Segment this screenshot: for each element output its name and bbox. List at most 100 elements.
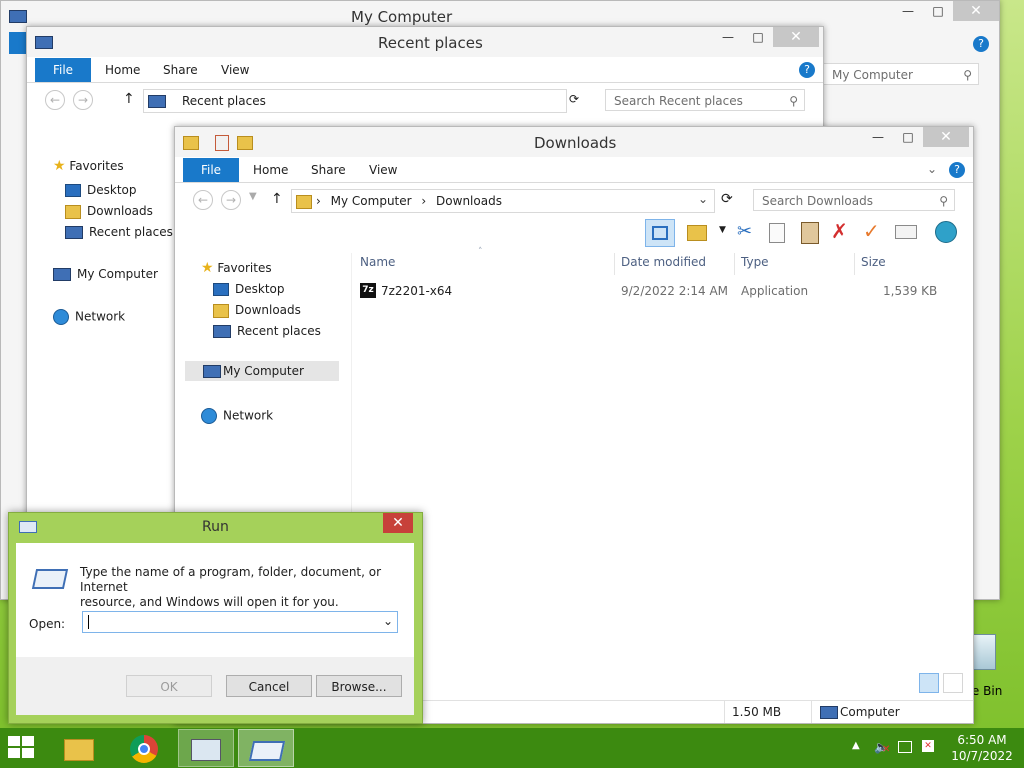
start-button[interactable]: [8, 736, 38, 760]
refresh-button[interactable]: ⟳: [569, 92, 579, 106]
maximize-button[interactable]: □: [893, 127, 923, 149]
nav-network[interactable]: Network: [201, 408, 273, 424]
column-type[interactable]: Type: [741, 255, 769, 269]
help-icon[interactable]: ?: [949, 162, 965, 178]
chrome-icon[interactable]: [116, 729, 172, 767]
nav-recent-places[interactable]: Recent places: [213, 324, 321, 338]
up-button[interactable]: ↑: [123, 91, 135, 107]
minimize-button[interactable]: —: [893, 1, 923, 23]
action-center-icon[interactable]: ✕: [922, 740, 934, 752]
properties-icon[interactable]: [895, 225, 917, 239]
recent-places-icon: [65, 226, 83, 239]
file-explorer-icon[interactable]: [50, 729, 106, 767]
downloads-search-input[interactable]: Search Downloads ⚲: [753, 189, 955, 211]
ribbon-expand-icon[interactable]: ⌄: [927, 162, 937, 176]
help-icon[interactable]: ?: [973, 36, 989, 52]
column-divider[interactable]: [614, 253, 615, 275]
file-list: Name ˄ Date modified Type Size 7z 7z2201…: [351, 247, 966, 693]
tab-file[interactable]: File: [183, 158, 239, 182]
help-icon[interactable]: ?: [799, 62, 815, 78]
cancel-button[interactable]: Cancel: [226, 675, 312, 697]
run-dialog[interactable]: Run ✕ Type the name of a program, folder…: [8, 512, 423, 724]
copy-icon[interactable]: [769, 223, 785, 243]
star-icon: ★: [201, 260, 214, 276]
nav-my-computer[interactable]: My Computer: [53, 267, 158, 281]
column-size[interactable]: Size: [861, 255, 886, 269]
chevron-down-icon[interactable]: ▼: [719, 225, 726, 235]
nav-downloads[interactable]: Downloads: [213, 303, 301, 318]
ok-button[interactable]: OK: [126, 675, 212, 697]
address-bar[interactable]: › My Computer › Downloads ⌄: [291, 189, 715, 213]
large-icons-view-button[interactable]: [943, 673, 963, 693]
chevron-down-icon[interactable]: ⌄: [383, 614, 393, 628]
open-combobox[interactable]: ⌄: [82, 611, 398, 633]
nav-favorites[interactable]: ★ Favorites: [201, 260, 272, 276]
nav-my-computer[interactable]: My Computer: [185, 361, 339, 381]
recent-search-input[interactable]: Search Recent places ⚲: [605, 89, 805, 111]
nav-favorites[interactable]: ★ Favorites: [53, 158, 124, 174]
address-dropdown-icon[interactable]: ⌄: [698, 192, 708, 206]
nav-network[interactable]: Network: [53, 309, 125, 325]
show-hidden-icons-icon[interactable]: ▲: [852, 740, 860, 751]
recent-locations-icon[interactable]: ▼: [249, 191, 257, 202]
address-folder-icon: [148, 95, 166, 108]
column-date-modified[interactable]: Date modified: [621, 255, 706, 269]
browse-button[interactable]: Browse...: [316, 675, 402, 697]
cut-icon[interactable]: ✂: [737, 221, 752, 242]
tab-share[interactable]: Share: [163, 63, 198, 77]
paste-icon[interactable]: [801, 222, 819, 244]
column-name[interactable]: Name: [360, 255, 395, 269]
tab-share[interactable]: Share: [311, 163, 346, 177]
close-button[interactable]: ✕: [953, 1, 999, 21]
tab-view[interactable]: View: [369, 163, 397, 177]
performance-monitor-icon[interactable]: [178, 729, 234, 767]
refresh-button[interactable]: ⟳: [721, 191, 733, 207]
delete-icon[interactable]: ✗: [831, 219, 848, 243]
close-button[interactable]: ✕: [923, 127, 969, 147]
table-row[interactable]: 7z 7z2201-x64 9/2/2022 2:14 AM Applicati…: [352, 281, 966, 301]
breadcrumb: › My Computer › Downloads: [316, 194, 502, 208]
minimize-button[interactable]: —: [713, 27, 743, 49]
nav-desktop[interactable]: Desktop: [65, 183, 137, 197]
run-icon[interactable]: [238, 729, 294, 767]
downloads-folder-icon: [213, 303, 229, 318]
text-cursor: [88, 615, 89, 629]
run-icon: [19, 521, 37, 533]
tab-file[interactable]: File: [35, 58, 91, 82]
nav-desktop[interactable]: Desktop: [213, 282, 285, 296]
computer-icon: [53, 268, 71, 281]
network-tray-icon[interactable]: [898, 741, 912, 753]
network-icon: [201, 408, 217, 424]
maximize-button[interactable]: □: [743, 27, 773, 49]
nav-downloads[interactable]: Downloads: [65, 204, 153, 219]
tab-view[interactable]: View: [221, 63, 249, 77]
nav-recent-places[interactable]: Recent places: [65, 225, 173, 239]
rename-icon[interactable]: ✓: [863, 219, 880, 243]
my-computer-search-input[interactable]: My Computer ⚲: [823, 63, 979, 85]
network-icon[interactable]: [935, 221, 957, 243]
clock-time: 6:50 AM: [957, 733, 1007, 747]
close-button[interactable]: ✕: [383, 513, 413, 533]
breadcrumb-downloads[interactable]: Downloads: [436, 194, 502, 208]
forward-button[interactable]: →: [73, 90, 93, 110]
volume-muted-icon[interactable]: 🔈 ✕: [874, 740, 890, 755]
back-button[interactable]: ←: [45, 90, 65, 110]
close-button[interactable]: ✕: [773, 27, 819, 47]
tab-home[interactable]: Home: [253, 163, 288, 177]
minimize-button[interactable]: —: [863, 127, 893, 149]
breadcrumb-my-computer[interactable]: My Computer: [331, 194, 412, 208]
details-view-button[interactable]: [919, 673, 939, 693]
tab-home[interactable]: Home: [105, 63, 140, 77]
column-divider[interactable]: [734, 253, 735, 275]
computer-icon: [203, 365, 221, 378]
forward-button[interactable]: →: [221, 190, 241, 210]
back-button[interactable]: ←: [193, 190, 213, 210]
windows-logo-icon: [8, 736, 38, 758]
column-divider[interactable]: [854, 253, 855, 275]
folder-options-icon[interactable]: [687, 225, 707, 241]
up-button[interactable]: ↑: [271, 191, 283, 207]
preview-pane-icon[interactable]: [645, 219, 675, 247]
maximize-button[interactable]: □: [923, 1, 953, 23]
clock[interactable]: 6:50 AM 10/7/2022: [950, 732, 1014, 764]
address-bar[interactable]: Recent places: [143, 89, 567, 113]
